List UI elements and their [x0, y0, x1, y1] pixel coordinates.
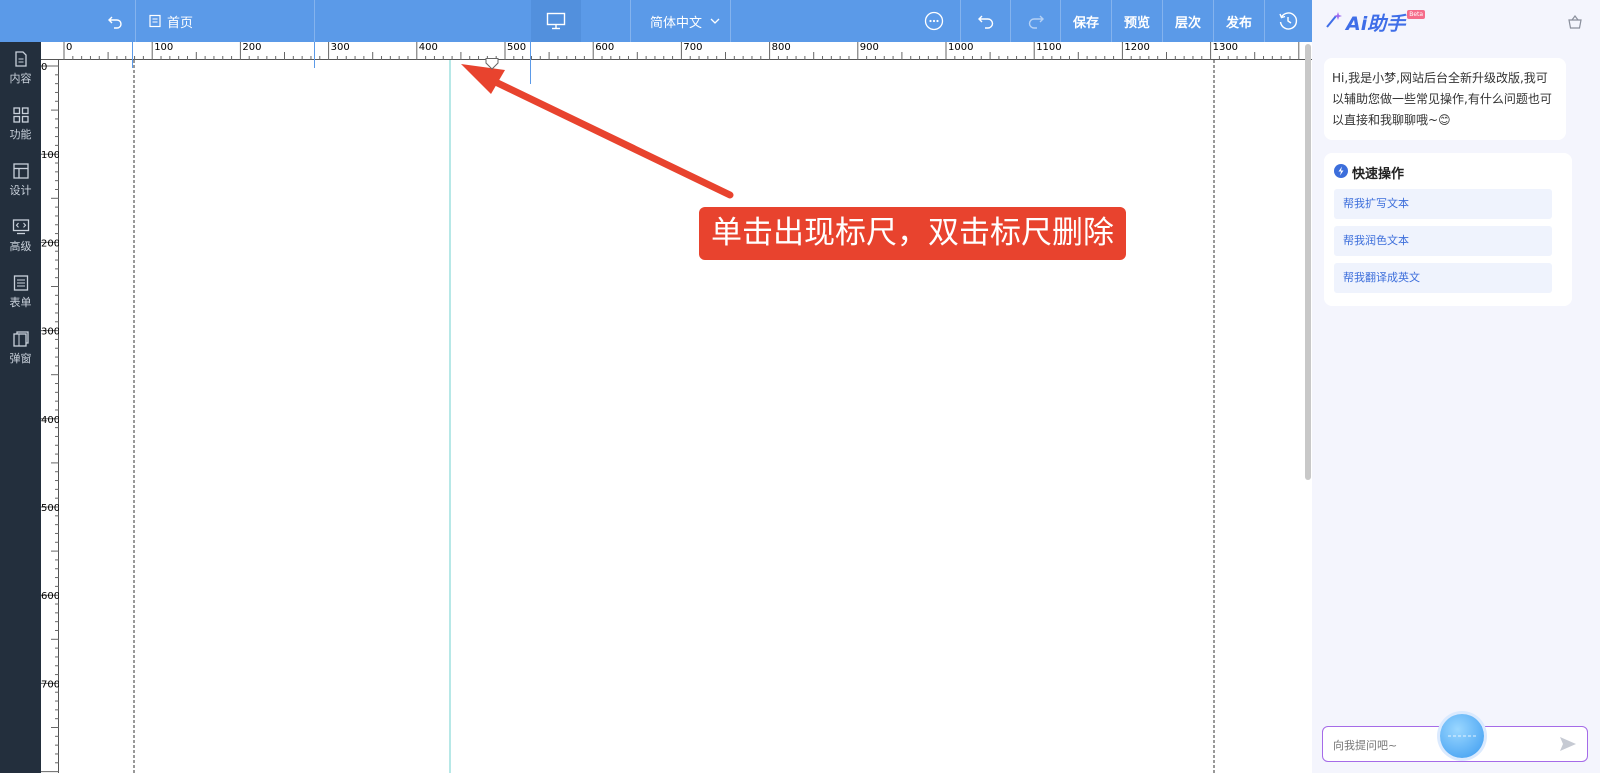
- sidebar-item-label: 内容: [9, 72, 32, 85]
- back-button[interactable]: [100, 0, 130, 42]
- canvas-scrollbar[interactable]: [1305, 44, 1311, 480]
- quick-actions-header: 快速操作: [1334, 163, 1404, 182]
- ruler-tick-label: 300: [331, 42, 350, 53]
- sidebar-item-form[interactable]: 表单: [0, 274, 41, 324]
- home-page-label: 首页: [167, 15, 194, 31]
- horizontal-ruler[interactable]: 0 100 200 300 400 500 600 700 800 900 1000 1100 1200…: [41, 42, 1312, 70]
- quick-actions-card: 快速操作 帮我扩写文本 帮我润色文本 帮我翻译成英文: [1324, 153, 1572, 306]
- more-options-button[interactable]: [918, 0, 950, 42]
- ruler-tick-label: 400: [41, 415, 59, 426]
- ruler-tick-label: 800: [772, 42, 791, 53]
- ruler-tick-label: 1300: [1213, 42, 1238, 53]
- language-select[interactable]: 简体中文: [640, 0, 730, 42]
- ruler-tick-label: 900: [860, 42, 879, 53]
- layers-button[interactable]: 层次: [1164, 0, 1212, 42]
- lightning-icon: [1334, 163, 1348, 182]
- send-button[interactable]: [1559, 736, 1577, 756]
- layout-icon: [0, 162, 41, 180]
- sidebar-item-label: 功能: [9, 128, 32, 141]
- history-button[interactable]: [1272, 0, 1304, 42]
- ai-title: Ai助手: [1346, 12, 1406, 35]
- sidebar-item-label: 弹窗: [9, 352, 32, 365]
- ruler-tick-label: 100: [154, 42, 173, 53]
- chevron-down-icon: [710, 18, 720, 24]
- ruler-tick-label: 1000: [948, 42, 973, 53]
- vertical-ruler[interactable]: 0 100 200 300 400 500 600 700: [41, 60, 59, 773]
- ruler-tick-label: 100: [41, 150, 59, 161]
- back-arrow-icon: [107, 13, 123, 29]
- document-icon: [0, 50, 41, 68]
- ruler-tick-label: 600: [595, 42, 614, 53]
- ruler-tick-label: 700: [683, 42, 702, 53]
- ai-assistant-panel: Ai助手 Beta Hi,我是小梦,网站后台全新升级改版,我可以辅助您做一些常见…: [1312, 0, 1600, 773]
- ruler-tick-label: 0: [41, 62, 47, 73]
- history-clock-icon: [1278, 11, 1298, 31]
- sidebar-item-advanced[interactable]: 高级: [0, 218, 41, 268]
- quick-action-expand-text[interactable]: 帮我扩写文本: [1334, 189, 1552, 219]
- ruler-tick-label: 600: [41, 591, 59, 602]
- ai-question-input[interactable]: [1331, 734, 1535, 756]
- grid-icon: [0, 106, 41, 124]
- left-sidebar: 内容 功能 设计 高级 表单 弹窗: [0, 42, 41, 773]
- undo-icon: [977, 13, 995, 29]
- code-monitor-icon: [0, 218, 41, 236]
- sparkle-wand-icon: [1324, 11, 1344, 33]
- ruler-tick-label: 200: [242, 42, 261, 53]
- ai-greeting-message: Hi,我是小梦,网站后台全新升级改版,我可以辅助您做一些常见操作,有什么问题也可…: [1324, 58, 1566, 140]
- preview-button[interactable]: 预览: [1113, 0, 1161, 42]
- sidebar-item-label: 表单: [9, 296, 32, 309]
- ruler-tick-label: 200: [41, 238, 59, 249]
- ruler-tick-label: 500: [41, 503, 59, 514]
- sidebar-item-content[interactable]: 内容: [0, 50, 41, 100]
- top-toolbar: 首页 简体中文 保存 预览 层次 发布: [0, 0, 1312, 42]
- sidebar-item-function[interactable]: 功能: [0, 106, 41, 156]
- page-icon: [148, 14, 162, 28]
- publish-button[interactable]: 发布: [1215, 0, 1263, 42]
- ruler-tick-label: 1200: [1124, 42, 1149, 53]
- popup-icon: [0, 330, 41, 348]
- save-button[interactable]: 保存: [1062, 0, 1110, 42]
- smile-emoji-icon: 😊: [1438, 113, 1451, 127]
- ruler-tick-label: 700: [41, 679, 59, 690]
- desktop-view-button[interactable]: [531, 0, 581, 42]
- ruler-marker-icon[interactable]: [485, 55, 499, 74]
- form-icon: [0, 274, 41, 292]
- quick-actions-title: 快速操作: [1352, 167, 1405, 182]
- basket-icon: [1567, 15, 1583, 34]
- annotation-callout: 单击出现标尺，双击标尺删除: [699, 207, 1126, 260]
- redo-icon: [1027, 13, 1045, 29]
- sidebar-item-label: 高级: [9, 240, 32, 253]
- sidebar-item-label: 设计: [9, 184, 32, 197]
- sidebar-item-popup[interactable]: 弹窗: [0, 330, 41, 380]
- ruler-tick-label: 300: [41, 327, 59, 338]
- ruler-tick-label: 500: [507, 42, 526, 53]
- home-page-button[interactable]: 首页: [148, 0, 208, 42]
- ai-assistant-avatar[interactable]: [1440, 714, 1484, 758]
- ai-header: Ai助手 Beta: [1324, 9, 1426, 35]
- sidebar-item-design[interactable]: 设计: [0, 162, 41, 212]
- undo-button[interactable]: [970, 0, 1002, 42]
- design-canvas[interactable]: 单击出现标尺，双击标尺删除: [59, 60, 1312, 773]
- ruler-tick-label: 400: [419, 42, 438, 53]
- ruler-tick-label: 1100: [1036, 42, 1061, 53]
- ruler-tick-label: 0: [66, 42, 72, 53]
- language-value: 简体中文: [649, 15, 702, 31]
- clear-chat-button[interactable]: [1567, 14, 1583, 34]
- quick-action-translate-english[interactable]: 帮我翻译成英文: [1334, 263, 1552, 293]
- desktop-monitor-icon: [546, 12, 566, 30]
- more-dots-icon: [924, 11, 944, 31]
- redo-button[interactable]: [1020, 0, 1052, 42]
- quick-action-polish-text[interactable]: 帮我润色文本: [1334, 226, 1552, 256]
- beta-badge: Beta: [1407, 9, 1426, 19]
